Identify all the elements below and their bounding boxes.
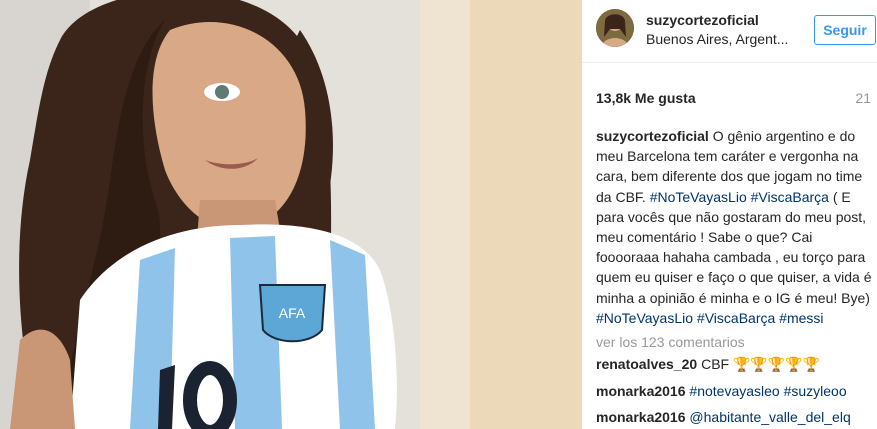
post-side-panel: suzycortezoficial Buenos Aires, Argent..… (582, 0, 877, 429)
comment-mention-link[interactable]: @habitante_valle_del_elq (689, 409, 850, 425)
view-all-comments-link[interactable]: ver los 123 comentarios (596, 334, 745, 350)
comment-text: CBF 🏆🏆🏆🏆🏆 (697, 356, 821, 372)
avatar-image (596, 9, 634, 47)
comment-hashtags-link[interactable]: #notevayasleo #suzyleoo (689, 383, 846, 399)
svg-text:AFA: AFA (279, 305, 306, 321)
post-caption: suzycortezoficial O gênio argentino e do… (596, 126, 872, 328)
comment-item: renatoalves_20 CBF 🏆🏆🏆🏆🏆 (596, 356, 820, 373)
hashtag-link[interactable]: #ViscaBarça (697, 310, 775, 326)
post-header: suzycortezoficial Buenos Aires, Argent..… (582, 0, 877, 63)
post-username-link[interactable]: suzycortezoficial (646, 12, 759, 28)
post-location-link[interactable]: Buenos Aires, Argent... (646, 31, 788, 47)
hashtag-link[interactable]: #ViscaBarça (751, 189, 829, 205)
follow-button[interactable]: Seguir (814, 15, 876, 45)
avatar[interactable] (596, 9, 634, 47)
post-photo: AFA (0, 0, 582, 429)
post-timestamp[interactable]: 21 (855, 90, 871, 106)
likes-count[interactable]: 13,8k Me gusta (596, 90, 696, 106)
caption-text: ( E para vocês que não gostaram do meu p… (596, 188, 872, 306)
post-photo-illustration: AFA (0, 0, 582, 429)
hashtag-link[interactable]: #messi (779, 310, 823, 326)
caption-username-link[interactable]: suzycortezoficial (596, 128, 709, 144)
comment-item: monarka2016 #notevayasleo #suzyleoo (596, 383, 847, 399)
hashtag-link[interactable]: #NoTeVayasLio (596, 310, 693, 326)
comment-username-link[interactable]: renatoalves_20 (596, 356, 697, 372)
hashtag-link[interactable]: #NoTeVayasLio (650, 189, 747, 205)
comment-username-link[interactable]: monarka2016 (596, 409, 686, 425)
comment-item: monarka2016 @habitante_valle_del_elq (596, 409, 851, 425)
comment-username-link[interactable]: monarka2016 (596, 383, 686, 399)
